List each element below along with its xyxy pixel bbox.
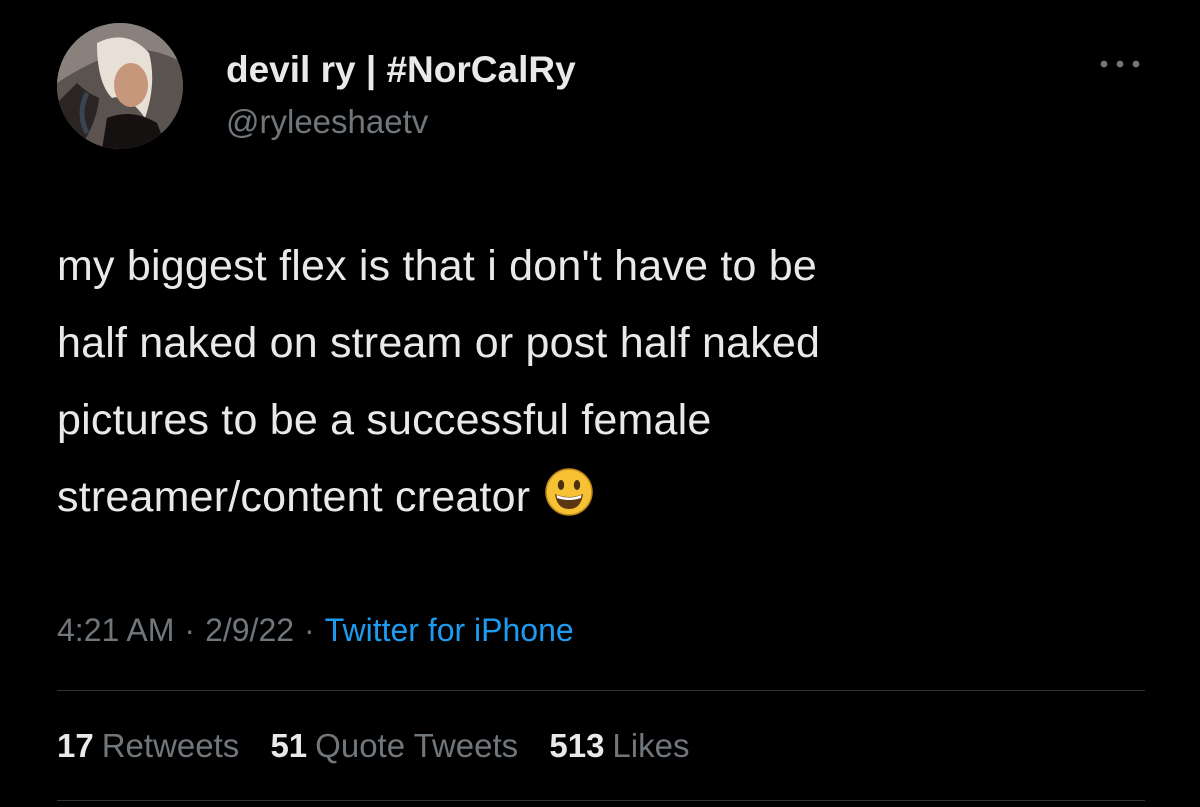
- retweets-stat[interactable]: 17 Retweets: [57, 727, 239, 764]
- tweet-card: devil ry | #NorCalRy @ryleeshaetv my big…: [0, 0, 1200, 807]
- likes-label: Likes: [612, 727, 690, 764]
- retweets-count: 17: [57, 727, 94, 764]
- author-display-name[interactable]: devil ry | #NorCalRy: [226, 49, 576, 91]
- quote-tweets-stat[interactable]: 51 Quote Tweets: [270, 727, 518, 764]
- quote-tweets-count: 51: [270, 727, 308, 764]
- likes-count: 513: [549, 727, 605, 764]
- meta-separator: ·: [304, 612, 315, 648]
- retweets-label: Retweets: [101, 727, 240, 764]
- likes-stat[interactable]: 513 Likes: [549, 727, 689, 764]
- divider: [57, 690, 1145, 691]
- meta-separator: ·: [184, 612, 196, 648]
- avatar-photo: [57, 23, 183, 149]
- more-options-icon[interactable]: [1097, 52, 1143, 76]
- tweet-time[interactable]: 4:21 AM: [57, 612, 174, 648]
- divider: [57, 800, 1145, 801]
- tweet-text-body: my biggest flex is that i don't have to …: [57, 242, 821, 521]
- tweet-source-link[interactable]: Twitter for iPhone: [325, 612, 574, 648]
- avatar[interactable]: [57, 23, 183, 149]
- author-handle[interactable]: @ryleeshaetv: [226, 103, 428, 141]
- quote-tweets-label: Quote Tweets: [315, 727, 519, 764]
- tweet-metadata: 4:21 AM · 2/9/22 · Twitter for iPhone: [57, 612, 574, 649]
- tweet-text: my biggest flex is that i don't have to …: [57, 228, 1167, 536]
- tweet-date[interactable]: 2/9/22: [205, 612, 294, 648]
- smiling-face-emoji: [544, 465, 594, 516]
- tweet-stats: 17 Retweets 51 Quote Tweets 513 Likes: [57, 727, 711, 765]
